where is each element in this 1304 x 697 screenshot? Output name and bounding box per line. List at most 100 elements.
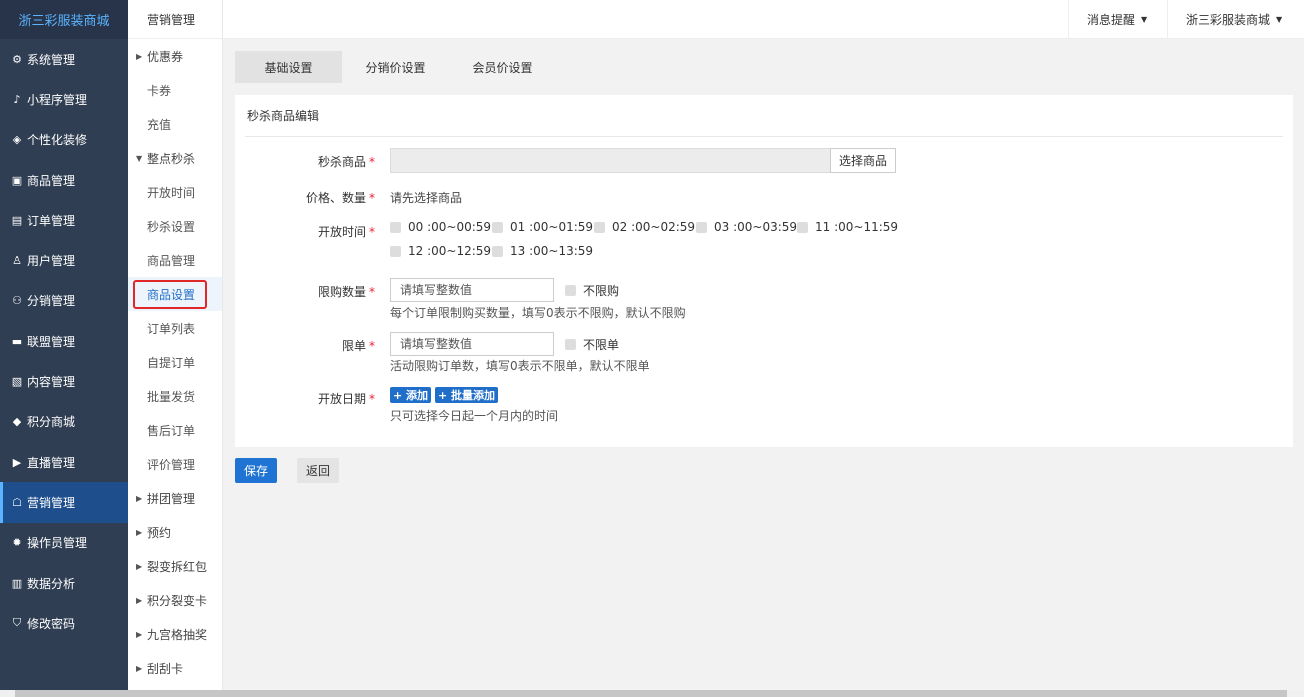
subnav-item[interactable]: 自提订单 [128,345,222,379]
subnav-item[interactable]: 商品设置 [128,277,222,311]
caret-down-icon: ▼ [1141,14,1148,24]
tab-member-price[interactable]: 会员价设置 [449,51,556,83]
sidebar-item-label: 分销管理 [27,294,76,309]
subnav-item-label: 裂变拆红包 [147,559,208,574]
sidebar-item[interactable]: ▣ 商品管理 [0,160,128,200]
limit-quantity-input[interactable] [390,278,554,302]
sidebar-menu: ⚙ 系统管理 ♪ 小程序管理 ◈ 个性化装修 ▣ 商品管理 ▤ 订单管理 ♙ 用户管理 ⚇ 分销管理 ▬ 联盟… [0,39,128,643]
time-label: 开放时间 * [235,223,375,240]
panel-title: 秒杀商品编辑 [247,109,320,123]
time-slot-checkbox[interactable]: 13 :00~13:59 [492,244,593,258]
sidebar-item[interactable]: ⛉ 修改密码 [0,603,128,643]
time-slot-label: 11 :00~11:59 [815,220,899,234]
add-date-button[interactable]: + 添加 [390,387,432,403]
subnav-group[interactable]: ▶ 预约 [128,515,222,549]
subnav-item-label: 优惠券 [147,49,184,64]
divider [245,136,1283,137]
sidebar-item[interactable]: ▥ 数据分析 [0,563,128,603]
sidebar-item[interactable]: ▧ 内容管理 [0,361,128,401]
no-order-limit-label: 不限单 [583,338,620,352]
checkbox-box [390,245,401,257]
order-limit-input[interactable] [390,332,554,356]
horizontal-scrollbar[interactable] [15,690,1287,697]
subnav-group[interactable]: ▶ 积分裂变卡 [128,583,222,617]
gear-icon: ⚙ [12,52,22,66]
sidebar-item[interactable]: ⚙ 系统管理 [0,39,128,79]
subnav-item[interactable]: 充值 [128,107,222,141]
sidebar-item[interactable]: ▶ 直播管理 [0,442,128,482]
subnav-item-label: 九宫格抽奖 [147,627,208,642]
subnav-item-label: 商品设置 [133,279,208,309]
sidebar-item[interactable]: ▬ 联盟管理 [0,321,128,361]
brand-logo[interactable]: 浙三彩服装商城 [0,0,128,39]
time-slot-checkbox[interactable]: 12 :00~12:59 [390,244,491,258]
no-order-limit-checkbox[interactable]: 不限单 [565,336,619,353]
sidebar-item[interactable]: ⚇ 分销管理 [0,281,128,321]
subnav-group[interactable]: ▶ 九宫格抽奖 [128,617,222,651]
required-mark: * [369,285,375,299]
sidebar-item-label: 用户管理 [27,254,76,269]
time-slot-checkbox[interactable]: 03 :00~03:59 [696,220,797,234]
notifications-dropdown[interactable]: 消息提醒 ▼ [1068,0,1168,38]
sidebar-item[interactable]: ✹ 操作员管理 [0,523,128,563]
sidebar-item[interactable]: ♙ 用户管理 [0,240,128,280]
time-slot-checkbox[interactable]: 02 :00~02:59 [594,220,695,234]
subnav-item[interactable]: 批量发货 [128,379,222,413]
no-limit-checkbox[interactable]: 不限购 [565,282,619,299]
subnav-item[interactable]: 开放时间 [128,175,222,209]
subnav-group[interactable]: ▶ 刮刮卡 [128,651,222,685]
batch-add-date-button[interactable]: + 批量添加 [435,387,499,403]
subnav-item[interactable]: 评价管理 [128,447,222,481]
sidebar-item-label: 个性化装修 [27,133,88,148]
sidebar-item[interactable]: ◆ 积分商城 [0,402,128,442]
sidebar-item[interactable]: ☖ 营销管理 [0,482,128,523]
subnav-item-label: 积分裂变卡 [147,593,208,608]
sidebar-item-label: 营销管理 [27,495,76,510]
subnav-group[interactable]: ▶ 优惠券 [128,39,222,73]
subnav-item-label: 自提订单 [147,355,196,370]
order-limit-hint: 活动限购订单数，填写0表示不限单，默认不限单 [390,359,650,373]
subnav-group[interactable]: ▶ 拼团管理 [128,481,222,515]
subnav-item-label: 商品管理 [147,253,196,268]
subnav-group[interactable]: ▼ 整点秒杀 [128,141,222,175]
tab-distribution-price[interactable]: 分销价设置 [342,51,449,83]
select-goods-button[interactable]: 选择商品 [830,148,896,173]
subnav-item-label: 订单列表 [147,321,196,336]
required-mark: * [369,392,375,406]
checkbox-box [565,285,576,296]
checkbox-box [390,221,401,233]
sidebar-item[interactable]: ◈ 个性化装修 [0,120,128,160]
subnav-item-label: 批量发货 [147,389,196,404]
sidebar-item-label: 操作员管理 [27,536,88,551]
subnav-item-label: 开放时间 [147,185,196,200]
sidebar-item[interactable]: ▤ 订单管理 [0,200,128,240]
subnav-title: 营销管理 [128,0,222,39]
time-slot-checkbox[interactable]: 00 :00~00:59 [390,220,491,234]
operator-icon: ✹ [12,536,22,550]
back-button[interactable]: 返回 [297,458,339,483]
subnav-item[interactable]: 卡券 [128,73,222,107]
time-slot-checkbox[interactable]: 01 :00~01:59 [492,220,593,234]
sidebar-item[interactable]: ♪ 小程序管理 [0,79,128,119]
time-label-text: 开放时间 [317,225,366,239]
marketing-icon: ☖ [12,495,22,509]
sidebar-item-label: 内容管理 [27,375,76,390]
subnav-item[interactable]: 秒杀设置 [128,209,222,243]
subnav-group[interactable]: ▶ 裂变拆红包 [128,549,222,583]
tab-basic-settings[interactable]: 基础设置 [235,51,342,83]
points-icon: ◆ [12,415,22,429]
subnav-item-label: 充值 [147,117,172,132]
time-slot-label: 00 :00~00:59 [408,220,492,234]
bag-icon: ▣ [11,173,23,187]
subnav-item[interactable]: 商品管理 [128,243,222,277]
time-slot-label: 01 :00~01:59 [510,220,594,234]
subnav-item[interactable]: 售后订单 [128,413,222,447]
subnav-menu: ▶ 优惠券卡券充值 ▼ 整点秒杀开放时间秒杀设置商品管理商品设置订单列表自提订单批量发… [128,39,222,685]
account-dropdown[interactable]: 浙三彩服装商城 ▼ [1167,0,1304,38]
settings-tabs: 基础设置 分销价设置 会员价设置 [235,51,556,83]
save-button[interactable]: 保存 [235,458,277,483]
subnav-item-label: 卡券 [147,83,172,98]
subnav-item-label: 评价管理 [147,457,196,472]
subnav-item[interactable]: 订单列表 [128,311,222,345]
time-slot-checkbox[interactable]: 11 :00~11:59 [797,220,898,234]
